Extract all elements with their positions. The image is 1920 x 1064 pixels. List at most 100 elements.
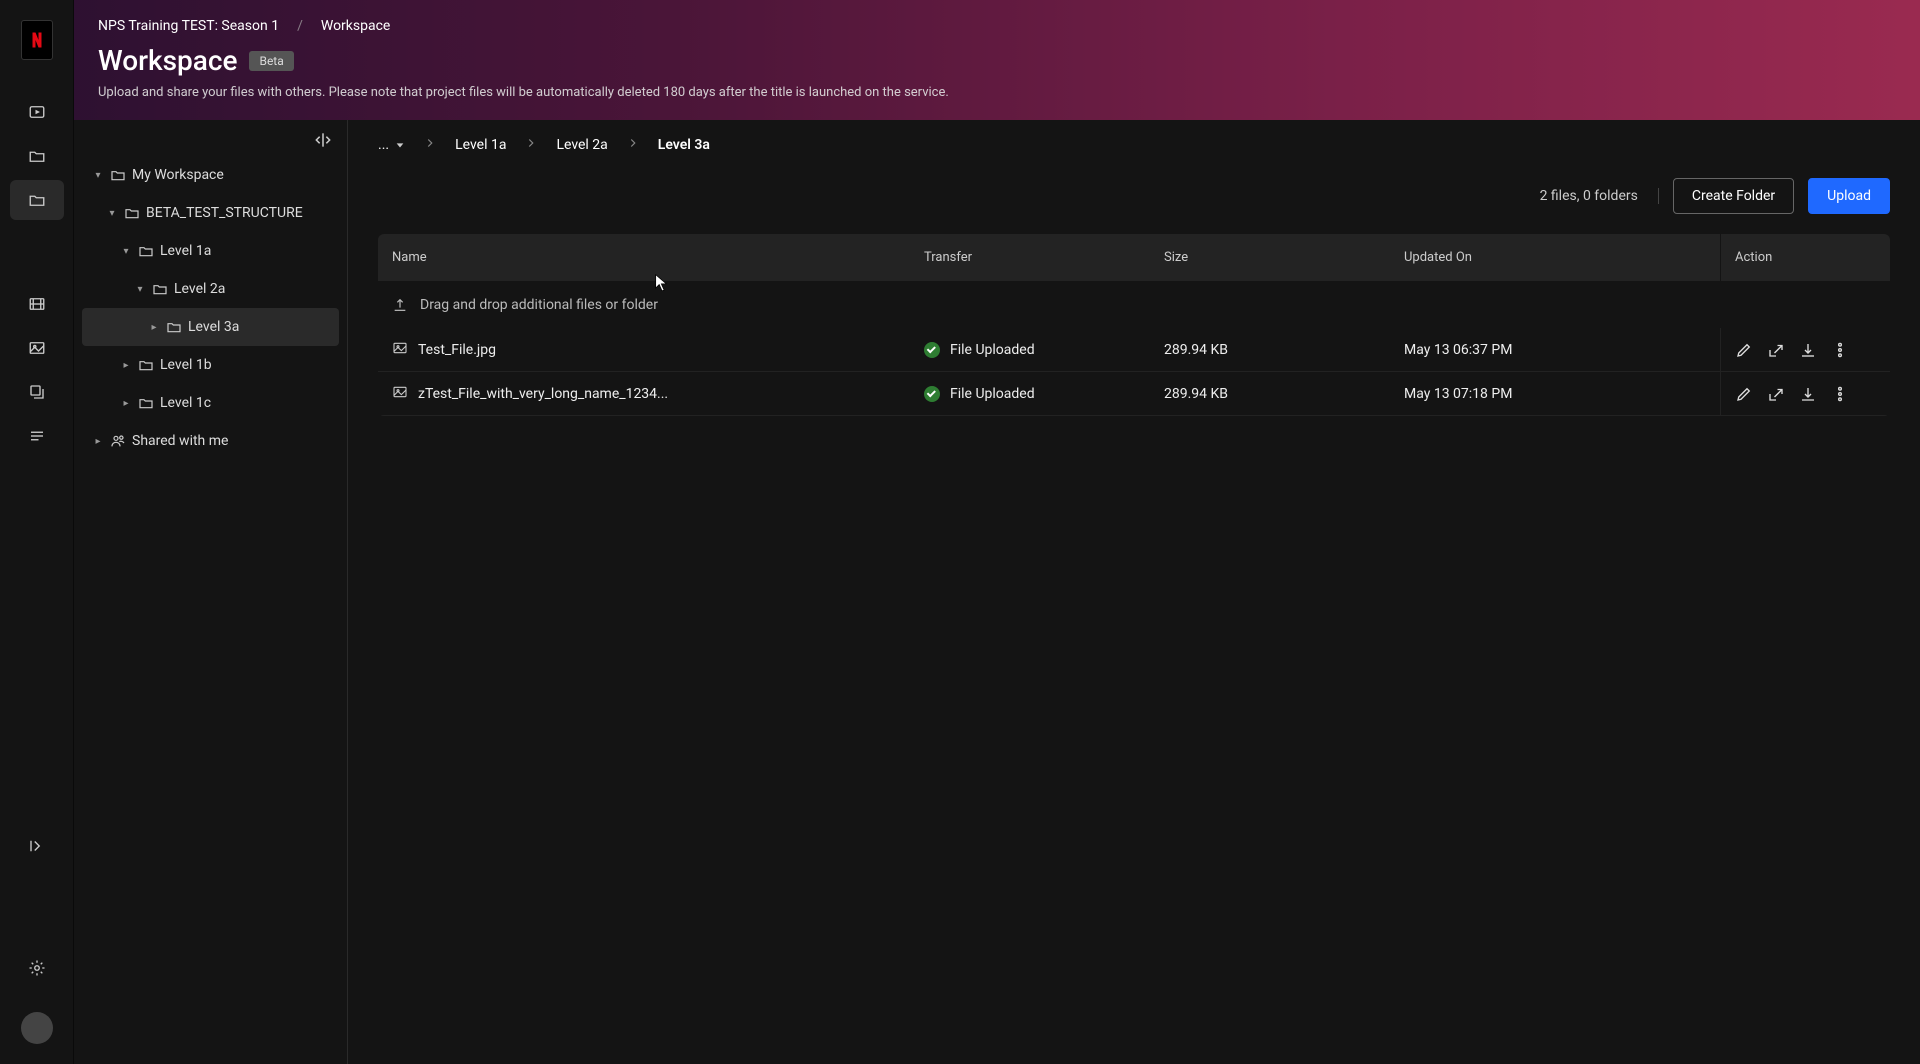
brand-logo[interactable] <box>21 20 53 60</box>
project-crumb[interactable]: NPS Training TEST: Season 1 <box>98 18 279 34</box>
table-row[interactable]: Test_File.jpg File Uploaded 289.94 KB May 1… <box>378 328 1890 372</box>
page-header: NPS Training TEST: Season 1 / Workspace … <box>0 0 1920 120</box>
project-breadcrumb: NPS Training TEST: Season 1 / Workspace <box>98 18 1890 34</box>
download-icon[interactable] <box>1799 385 1817 403</box>
create-folder-button[interactable]: Create Folder <box>1673 178 1794 214</box>
folder-tree-panel: ▾ My Workspace ▾ BETA_TEST_STRUCTURE ▾ Level … <box>74 120 348 1064</box>
tree-item[interactable]: ▸ Shared with me <box>82 422 339 460</box>
tree-item[interactable]: ▸ Level 1c <box>82 384 339 422</box>
upload-button[interactable]: Upload <box>1808 178 1890 214</box>
folder-stats: 2 files, 0 folders <box>1540 188 1659 204</box>
tree-label: Level 1a <box>160 243 211 259</box>
more-icon[interactable] <box>1831 341 1849 359</box>
folder-icon <box>138 243 154 259</box>
tree-label: Level 3a <box>188 319 239 335</box>
download-icon[interactable] <box>1799 341 1817 359</box>
col-action: Action <box>1720 234 1890 281</box>
caret-right-icon[interactable]: ▸ <box>92 436 104 447</box>
folder-icon <box>110 167 126 183</box>
user-avatar[interactable] <box>21 1012 53 1044</box>
rail-play-icon[interactable] <box>10 92 64 132</box>
share-icon[interactable] <box>1767 341 1785 359</box>
rail-workspace-icon[interactable] <box>10 180 64 220</box>
tree-label: My Workspace <box>132 167 224 183</box>
status-success-icon <box>924 342 940 358</box>
files-table: Name Transfer Size Updated On Action Dra… <box>378 234 1890 416</box>
file-size: 289.94 KB <box>1164 342 1228 358</box>
col-updated[interactable]: Updated On <box>1390 250 1720 265</box>
updated-on: May 13 06:37 PM <box>1404 342 1512 358</box>
updated-on: May 13 07:18 PM <box>1404 386 1512 402</box>
col-size[interactable]: Size <box>1150 250 1390 265</box>
image-icon <box>392 340 408 360</box>
more-icon[interactable] <box>1831 385 1849 403</box>
col-transfer[interactable]: Transfer <box>910 250 1150 265</box>
share-icon[interactable] <box>1767 385 1785 403</box>
collapse-panel-icon[interactable] <box>313 130 333 154</box>
tree-label: Level 1b <box>160 357 212 373</box>
col-name[interactable]: Name <box>378 250 910 265</box>
file-name: zTest_File_with_very_long_name_1234... <box>418 386 668 402</box>
transfer-status: File Uploaded <box>950 342 1035 358</box>
tree-label: Shared with me <box>132 433 228 449</box>
caret-down-icon[interactable]: ▾ <box>106 208 118 219</box>
breadcrumb-link[interactable]: Level 2a <box>556 137 607 153</box>
folder-icon <box>138 395 154 411</box>
table-row[interactable]: zTest_File_with_very_long_name_1234... Fi… <box>378 372 1890 416</box>
breadcrumb-link[interactable]: Level 1a <box>455 137 506 153</box>
settings-icon[interactable] <box>10 948 64 988</box>
image-icon <box>392 384 408 404</box>
rail-image-icon[interactable] <box>10 328 64 368</box>
toolbar: 2 files, 0 folders Create Folder Upload <box>348 170 1920 234</box>
tree-item[interactable]: ▾ Level 2a <box>82 270 339 308</box>
page-title: Workspace <box>98 44 237 77</box>
tree-item[interactable]: ▾ Level 1a <box>82 232 339 270</box>
transfer-status: File Uploaded <box>950 386 1035 402</box>
breadcrumb-overflow[interactable]: ... <box>378 137 405 153</box>
tree-item[interactable]: ▾ BETA_TEST_STRUCTURE <box>82 194 339 232</box>
tree-item[interactable]: ▾ My Workspace <box>82 156 339 194</box>
rail-list-icon[interactable] <box>10 416 64 456</box>
rail-expand-icon[interactable] <box>10 826 64 866</box>
drop-zone[interactable]: Drag and drop additional files or folder <box>378 282 1890 328</box>
content-area: ... Level 1a Level 2a Level 3a 2 files, … <box>348 120 1920 1064</box>
left-rail <box>0 0 74 1064</box>
chevron-right-icon <box>626 136 640 154</box>
status-success-icon <box>924 386 940 402</box>
caret-down-icon[interactable]: ▾ <box>92 170 104 181</box>
beta-badge: Beta <box>249 51 293 71</box>
chevron-right-icon <box>423 136 437 154</box>
edit-icon[interactable] <box>1735 385 1753 403</box>
file-size: 289.94 KB <box>1164 386 1228 402</box>
folder-icon <box>166 319 182 335</box>
tree-item[interactable]: ▸ Level 1b <box>82 346 339 384</box>
caret-down-icon[interactable]: ▾ <box>120 246 132 257</box>
folder-icon <box>152 281 168 297</box>
folder-icon <box>124 205 140 221</box>
caret-down-icon[interactable]: ▾ <box>134 284 146 295</box>
page-subtitle: Upload and share your files with others.… <box>98 85 1890 100</box>
shared-icon <box>110 433 126 449</box>
caret-right-icon[interactable]: ▸ <box>148 322 160 333</box>
table-header: Name Transfer Size Updated On Action <box>378 234 1890 282</box>
tree-label: BETA_TEST_STRUCTURE <box>146 205 303 221</box>
upload-icon <box>392 297 408 313</box>
tree-label: Level 1c <box>160 395 211 411</box>
drop-hint-text: Drag and drop additional files or folder <box>420 297 658 313</box>
breadcrumb-current: Level 3a <box>658 137 710 153</box>
folder-icon <box>138 357 154 373</box>
workspace-crumb[interactable]: Workspace <box>321 18 391 34</box>
rail-film-icon[interactable] <box>10 284 64 324</box>
crumb-separator: / <box>297 18 303 34</box>
tree-item[interactable]: ▸ Level 3a <box>82 308 339 346</box>
tree-label: Level 2a <box>174 281 225 297</box>
edit-icon[interactable] <box>1735 341 1753 359</box>
caret-right-icon[interactable]: ▸ <box>120 360 132 371</box>
file-name: Test_File.jpg <box>418 342 496 358</box>
chevron-right-icon <box>524 136 538 154</box>
caret-right-icon[interactable]: ▸ <box>120 398 132 409</box>
folder-tree: ▾ My Workspace ▾ BETA_TEST_STRUCTURE ▾ Level … <box>82 156 339 460</box>
rail-media-icon[interactable] <box>10 372 64 412</box>
folder-breadcrumb: ... Level 1a Level 2a Level 3a <box>348 120 1920 170</box>
rail-folder-icon[interactable] <box>10 136 64 176</box>
